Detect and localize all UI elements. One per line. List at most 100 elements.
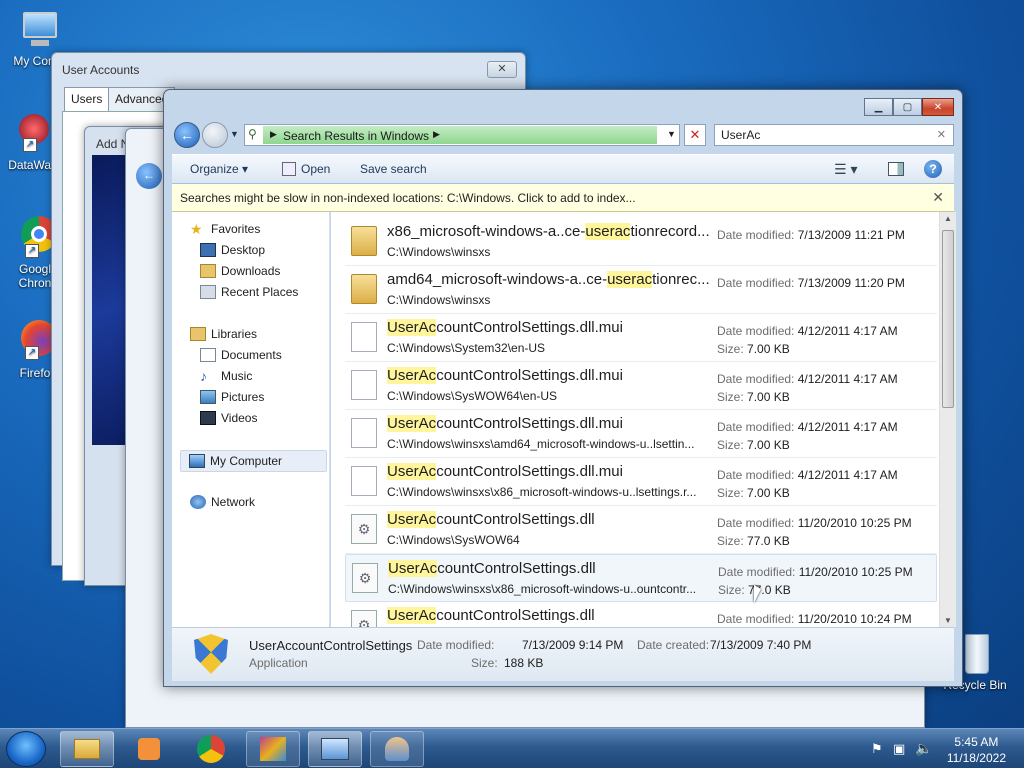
back-icon[interactable]: ←	[136, 163, 162, 189]
result-row[interactable]: UserAccountControlSettings.dll.mui C:\Win…	[345, 362, 937, 410]
index-warning-bar[interactable]: Searches might be slow in non-indexed lo…	[172, 184, 954, 212]
control-panel-icon	[321, 738, 349, 760]
dll-gear-icon: ⚙	[352, 563, 378, 593]
meta-label: Date modified:	[717, 372, 798, 386]
result-path: C:\Windows\winsxs\x86_microsoft-windows-…	[387, 485, 697, 499]
nav-favorites[interactable]: ★ Favorites	[190, 220, 260, 238]
view-options-icon[interactable]: ☰ ▾	[834, 161, 857, 178]
meta-label: Date modified:	[717, 420, 798, 434]
search-input[interactable]: UserAc	[714, 124, 954, 146]
result-date-modified: Date modified: 7/13/2009 11:21 PM	[717, 228, 905, 242]
name-suffix: countControlSettings.dll.mui	[436, 367, 623, 384]
preview-pane-icon[interactable]	[888, 162, 904, 176]
taskbar-control-panel[interactable]	[308, 731, 362, 767]
result-row[interactable]: UserAccountControlSettings.dll.mui C:\Win…	[345, 410, 937, 458]
meta-value: 7.00 KB	[747, 390, 790, 404]
meta-label: Size:	[717, 390, 748, 404]
explorer-window[interactable]: ▁ ▢ ✕ ← → ▼ ⚲ ▶ Search Results in Window…	[163, 89, 963, 687]
music-icon: ♪	[200, 368, 207, 384]
close-button[interactable]: ✕	[922, 98, 954, 116]
name-suffix: countControlSettings.dll	[437, 560, 596, 577]
recent-pages-dropdown[interactable]: ▼	[230, 129, 239, 139]
nav-pictures[interactable]: Pictures	[200, 388, 264, 406]
result-row[interactable]: ⚙ UserAccountControlSettings.dll C:\Window…	[345, 506, 937, 554]
datawag-icon: ↗	[11, 112, 55, 156]
organize-button[interactable]: Organize ▾	[190, 162, 248, 176]
result-row[interactable]: ⚙ UserAccountControlSettings.dll C:\Window…	[345, 554, 937, 602]
meta-value: 11/20/2010 10:25 PM	[798, 565, 913, 579]
action-center-icon[interactable]: ⚑	[871, 741, 883, 757]
close-button[interactable]: ✕	[487, 61, 517, 78]
match-highlight: userac	[585, 223, 631, 240]
match-highlight: UserAc	[388, 560, 438, 577]
scroll-thumb[interactable]	[942, 230, 954, 408]
close-infobar-icon[interactable]: ✕	[932, 189, 944, 206]
search-icon: ⚲	[248, 127, 257, 141]
meta-value: 11/20/2010 10:24 PM	[797, 612, 912, 626]
result-row[interactable]: UserAccountControlSettings.dll.mui C:\Win…	[345, 314, 937, 362]
videos-icon	[200, 411, 216, 425]
start-button[interactable]	[6, 731, 46, 767]
taskbar-user-accounts[interactable]	[370, 731, 424, 767]
taskbar-chrome[interactable]	[184, 731, 238, 767]
result-path: C:\Windows\SysWOW64\en-US	[387, 389, 558, 403]
caption-buttons: ▁ ▢ ✕	[864, 98, 954, 116]
meta-label: Date modified:	[717, 612, 798, 626]
nav-recent-places[interactable]: Recent Places	[200, 283, 298, 301]
forward-button[interactable]: →	[202, 122, 228, 148]
nav-network[interactable]: Network	[190, 493, 255, 511]
nav-my-computer[interactable]: My Computer	[180, 450, 327, 472]
folder-icon	[351, 226, 377, 256]
taskbar-explorer[interactable]	[60, 731, 114, 767]
result-size: Size: 7.00 KB	[717, 486, 790, 500]
nav-videos[interactable]: Videos	[200, 409, 257, 427]
command-bar: Organize ▾ Open Save search ☰ ▾ ?	[172, 154, 954, 184]
scroll-up-icon[interactable]: ▲	[944, 214, 952, 223]
vertical-scrollbar[interactable]: ▲ ▼	[939, 212, 956, 627]
nav-libraries[interactable]: Libraries	[190, 325, 257, 343]
scroll-down-icon[interactable]: ▼	[944, 616, 952, 625]
address-bar[interactable]: ⚲ ▶ Search Results in Windows ▶ ▼	[244, 124, 680, 146]
nav-documents[interactable]: Documents	[200, 346, 282, 364]
details-pane: UserAccountControlSettings Application D…	[172, 627, 954, 681]
computer-icon	[17, 8, 61, 52]
dll-gear-icon: ⚙	[351, 610, 377, 627]
result-name: UserAccountControlSettings.dll.mui	[387, 367, 623, 384]
result-row[interactable]: UserAccountControlSettings.dll.mui C:\Win…	[345, 458, 937, 506]
name-prefix: amd64_microsoft-windows-a..ce-	[387, 271, 608, 288]
result-row[interactable]: ⚙ UserAccountControlSettings.dll Date modi…	[345, 602, 937, 627]
help-icon[interactable]: ?	[924, 160, 942, 178]
result-row[interactable]: amd64_microsoft-windows-a..ce-useraction…	[345, 266, 937, 314]
network-status-icon[interactable]: ▣	[893, 741, 905, 757]
result-date-modified: Date modified: 11/20/2010 10:25 PM	[717, 516, 912, 530]
meta-label: Date modified:	[717, 468, 798, 482]
nav-downloads[interactable]: Downloads	[200, 262, 280, 280]
back-button[interactable]: ←	[174, 122, 200, 148]
meta-value: 4/12/2011 4:17 AM	[797, 420, 898, 434]
minimize-button[interactable]: ▁	[864, 98, 893, 116]
computer-icon	[189, 454, 205, 468]
meta-label: Date modified:	[717, 516, 798, 530]
taskbar-app[interactable]	[246, 731, 300, 767]
nav-desktop[interactable]: Desktop	[200, 241, 265, 259]
volume-icon[interactable]: 🔈	[915, 740, 932, 757]
chevron-right-icon: ▶	[433, 129, 440, 139]
save-search-button[interactable]: Save search	[360, 162, 427, 176]
open-button[interactable]: Open	[301, 162, 330, 176]
clock[interactable]: 5:45 AM 11/18/2022	[947, 734, 1006, 766]
taskbar-media-player[interactable]	[122, 731, 176, 767]
meta-label: Size:	[717, 438, 748, 452]
name-suffix: countControlSettings.dll.mui	[436, 415, 623, 432]
nav-music[interactable]: ♪ Music	[200, 367, 252, 385]
maximize-button[interactable]: ▢	[893, 98, 922, 116]
address-dropdown[interactable]: ▼	[667, 129, 676, 139]
clock-time: 5:45 AM	[954, 735, 999, 749]
libraries-icon	[190, 327, 206, 341]
result-name: UserAccountControlSettings.dll	[388, 560, 596, 577]
result-row[interactable]: x86_microsoft-windows-a..ce-useractionre…	[345, 218, 937, 266]
stop-search-button[interactable]: ✕	[684, 124, 706, 146]
tab-users[interactable]: Users	[64, 87, 110, 111]
clear-search-icon[interactable]: ✕	[937, 128, 946, 141]
meta-label: Size:	[718, 583, 749, 597]
media-player-icon	[138, 738, 160, 760]
